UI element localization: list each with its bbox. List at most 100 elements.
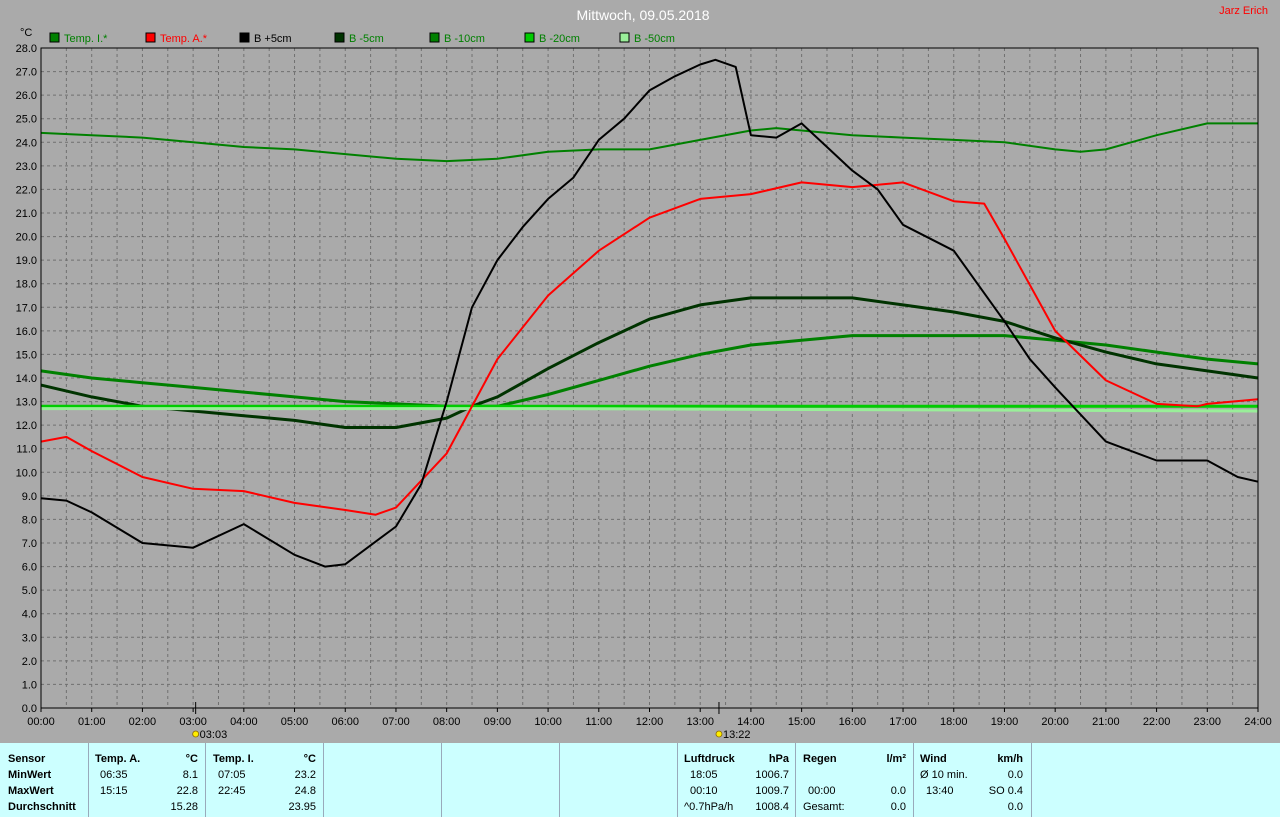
y-tick-label: 8.0	[22, 514, 37, 526]
legend-swatch	[49, 32, 60, 43]
sensor-header: Sensor	[8, 753, 46, 765]
y-tick-label: 7.0	[22, 538, 37, 550]
temp-i-max-time: 22:45	[218, 785, 246, 797]
legend-label: B +5cm	[254, 33, 292, 45]
legend-label: Temp. I.*	[64, 33, 108, 45]
grid	[41, 48, 1258, 708]
legend-swatch	[524, 32, 535, 43]
wind-avg-value: 0.0	[1007, 769, 1023, 781]
temp-i-min-time: 07:05	[218, 769, 246, 781]
legend-label: Temp. A.*	[160, 33, 208, 45]
temp-i-unit: °C	[303, 753, 316, 765]
chart-title: Mittwoch, 09.05.2018	[576, 7, 709, 23]
legend-label: B -5cm	[349, 33, 384, 45]
wind-max-value: SO 0.4	[988, 785, 1023, 797]
temp-i-header: Temp. I.	[213, 753, 254, 765]
x-tick-label: 00:00	[27, 716, 55, 728]
author-label: Jarz Erich	[1219, 5, 1268, 17]
temp-a-min-value: 8.1	[182, 769, 198, 781]
separator	[88, 743, 89, 817]
legend-swatch	[145, 32, 156, 43]
y-tick-label: 9.0	[22, 491, 37, 503]
temp-a-avg-value: 15.28	[170, 801, 198, 813]
wind-avg-label: Ø 10 min.	[920, 769, 968, 781]
noon-sun-icon	[715, 730, 723, 738]
temp-a-max-value: 22.8	[176, 785, 198, 797]
separator	[795, 743, 796, 817]
series-line-4	[40, 334, 1259, 408]
pressure-min-value: 1006.7	[755, 769, 789, 781]
rain-total-value: 0.0	[890, 801, 906, 813]
rain-header: Regen	[803, 753, 837, 765]
legend-swatch	[429, 32, 440, 43]
row-label-min: MinWert	[8, 769, 52, 781]
x-tick-label: 03:00	[179, 716, 207, 728]
temp-a-header: Temp. A.	[95, 753, 141, 765]
y-tick-label: 15.0	[16, 349, 37, 361]
row-label-avg: Durchschnitt	[8, 801, 76, 813]
separator	[559, 743, 560, 817]
pressure-max-value: 1009.7	[755, 785, 789, 797]
y-tick-label: 23.0	[16, 161, 37, 173]
pressure-header: Luftdruck	[684, 753, 735, 765]
separator	[205, 743, 206, 817]
x-tick-label: 07:00	[382, 716, 410, 728]
legend-label: B -50cm	[634, 33, 675, 45]
x-tick-label: 15:00	[788, 716, 816, 728]
separator	[323, 743, 324, 817]
y-unit-label: °C	[20, 27, 32, 39]
x-tick-label: 16:00	[839, 716, 867, 728]
y-tick-label: 1.0	[22, 679, 37, 691]
wind-value-3: 0.0	[1007, 801, 1023, 813]
temperature-chart: Mittwoch, 09.05.2018 °C Temp. I.* Temp. A…	[16, 7, 1272, 741]
marker-label: 13:22	[723, 729, 751, 741]
y-tick-label: 2.0	[22, 656, 37, 668]
y-tick-label: 22.0	[16, 184, 37, 196]
x-tick-label: 12:00	[636, 716, 664, 728]
wind-header: Wind	[920, 753, 947, 765]
pressure-max-time: 00:10	[690, 785, 718, 797]
separator	[1031, 743, 1032, 817]
x-tick-label: 23:00	[1194, 716, 1222, 728]
temp-a-unit: °C	[185, 753, 198, 765]
x-tick-label: 14:00	[737, 716, 765, 728]
wind-unit: km/h	[997, 753, 1023, 765]
x-tick-label: 09:00	[484, 716, 512, 728]
x-tick-label: 08:00	[433, 716, 461, 728]
y-tick-label: 0.0	[22, 703, 37, 715]
temp-i-min-value: 23.2	[294, 769, 316, 781]
x-tick-label: 01:00	[78, 716, 106, 728]
temp-i-max-value: 24.8	[294, 785, 316, 797]
rain-unit: l/m²	[886, 753, 906, 765]
pressure-min-time: 18:05	[690, 769, 718, 781]
y-tick-label: 4.0	[22, 609, 37, 621]
temp-i-avg-value: 23.95	[288, 801, 316, 813]
legend-swatch	[239, 32, 250, 43]
y-tick-label: 5.0	[22, 585, 37, 597]
x-tick-label: 19:00	[991, 716, 1019, 728]
legend-label: B -10cm	[444, 33, 485, 45]
y-tick-label: 12.0	[16, 420, 37, 432]
y-tick-label: 6.0	[22, 562, 37, 574]
x-tick-label: 13:00	[686, 716, 714, 728]
marker-label: 03:03	[200, 729, 228, 741]
legend-label: B -20cm	[539, 33, 580, 45]
y-tick-label: 16.0	[16, 326, 37, 338]
x-tick-label: 22:00	[1143, 716, 1171, 728]
x-tick-label: 02:00	[129, 716, 157, 728]
rain-total-label: Gesamt:	[803, 801, 845, 813]
sunrise-icon	[192, 730, 200, 738]
x-tick-label: 24:00	[1244, 716, 1272, 728]
x-tick-label: 20:00	[1041, 716, 1069, 728]
y-tick-label: 17.0	[16, 302, 37, 314]
wind-max-time: 13:40	[926, 785, 954, 797]
y-tick-label: 13.0	[16, 397, 37, 409]
x-tick-label: 04:00	[230, 716, 258, 728]
x-axis-ticks: 00:00 01:00 02:00 03:00 04:00 05:00 06:00 07:00…	[27, 708, 1272, 728]
pressure-trend-label: ^0.7hPa/h	[684, 801, 734, 813]
y-tick-label: 25.0	[16, 114, 37, 126]
temp-a-max-time: 15:15	[100, 785, 128, 797]
temp-a-min-time: 06:35	[100, 769, 128, 781]
x-tick-label: 21:00	[1092, 716, 1120, 728]
y-tick-label: 20.0	[16, 232, 37, 244]
